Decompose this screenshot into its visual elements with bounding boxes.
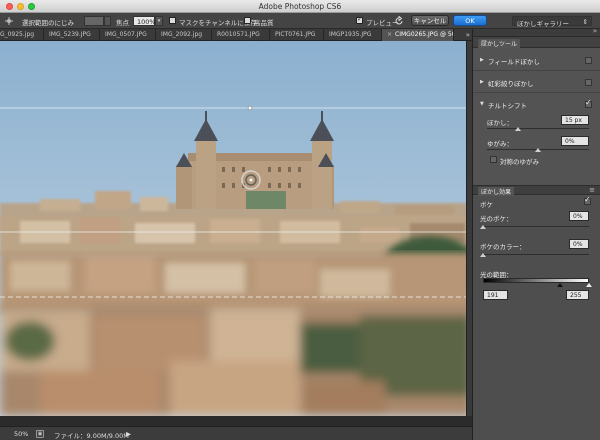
ok-button[interactable]: OK: [453, 15, 487, 26]
iris-blur-label: 虹彩絞りぼかし: [488, 80, 534, 88]
light-range-max-input[interactable]: 255: [566, 290, 589, 300]
blur-range-label: 選択範囲のにじみ: [22, 19, 74, 27]
blur-effects-body: [473, 196, 600, 440]
symmetric-distortion-checkbox[interactable]: [490, 156, 497, 163]
document-tabs: ×CIMG0265.JPG @ 50% (RGB/8) IMGP1935.JPG P…: [0, 29, 472, 41]
reset-icon[interactable]: [394, 16, 404, 26]
focus-label: 焦点: [116, 19, 129, 27]
title-bar: Adobe Photoshop CS6: [0, 0, 600, 13]
bokeh-color-label: ボケのカラー：: [480, 243, 526, 251]
photo-toledo-alcazar: [0, 41, 472, 416]
blur-amount-input[interactable]: 15 px: [561, 115, 589, 125]
close-tab-icon[interactable]: ×: [387, 31, 392, 38]
distortion-slider-thumb[interactable]: [535, 148, 541, 152]
expand-triangle-icon[interactable]: ▶: [480, 57, 484, 63]
collapse-triangle-icon[interactable]: ▼: [480, 101, 484, 107]
iris-blur-row[interactable]: ▶ 虹彩絞りぼかし: [473, 71, 600, 93]
light-bokeh-slider-thumb[interactable]: [480, 225, 486, 229]
panel-collapse-bar[interactable]: »: [473, 27, 600, 37]
light-bokeh-label: 光のボケ：: [480, 215, 513, 223]
document-tab[interactable]: R0010571.JPG: [212, 29, 270, 41]
status-menu-arrow[interactable]: ▶: [126, 430, 131, 438]
document-tab[interactable]: PICT0761.JPG: [270, 29, 324, 41]
zoom-level[interactable]: 50%: [14, 430, 28, 438]
document-tab-label: IMG_0507.JPG: [105, 31, 147, 38]
light-range-min-thumb[interactable]: [557, 283, 563, 287]
canvas-area[interactable]: [0, 41, 472, 416]
document-tab[interactable]: IMG_0925.jpg: [0, 29, 44, 41]
document-tab-label: R0010571.JPG: [217, 31, 260, 38]
bokeh-color-input[interactable]: 0%: [569, 239, 589, 249]
blur-slider-track[interactable]: [487, 128, 589, 129]
blur-effects-tab-label: ぼかし効果: [478, 187, 515, 196]
iris-blur-checkbox[interactable]: [585, 79, 592, 86]
options-bar: 選択範囲のにじみ 焦点 100% ▾ マスクをチャンネルに保存 高品質 プレビュ…: [0, 13, 600, 29]
panel-menu-icon[interactable]: ≡: [586, 186, 598, 194]
blur-gallery-panel: » ぼかしツール ≡ ▶ フィールドぼかし ▶ 虹彩絞りぼかし ▼ チルトシフト…: [472, 27, 600, 440]
tab-overflow-button[interactable]: »: [466, 29, 470, 41]
blur-slider-thumb[interactable]: [514, 127, 521, 131]
field-blur-label: フィールドぼかし: [488, 58, 540, 66]
light-range-gradient: [483, 278, 589, 283]
blur-effects-tab[interactable]: ぼかし効果 ≡: [473, 185, 600, 196]
save-mask-checkbox[interactable]: [169, 17, 176, 24]
panel-menu-icon[interactable]: ≡: [478, 38, 597, 46]
document-tab[interactable]: IMGP1935.JPG: [324, 29, 382, 41]
light-range-max-thumb[interactable]: [586, 283, 592, 287]
document-tab-label: CIMG0265.JPG @ 50% (RGB/8): [395, 31, 453, 38]
field-blur-checkbox[interactable]: [585, 57, 592, 64]
tilt-shift-rotation-handle: [247, 105, 253, 111]
tilt-shift-row[interactable]: ▼ チルトシフト: [473, 93, 600, 115]
document-tab[interactable]: ×CIMG0265.JPG @ 50% (RGB/8): [382, 29, 454, 41]
window-title: Adobe Photoshop CS6: [258, 2, 342, 11]
focus-dropdown[interactable]: ▾: [155, 16, 163, 26]
light-bokeh-slider-track[interactable]: [483, 226, 589, 227]
document-tab-label: IMG_2092.jpg: [161, 31, 203, 38]
high-quality-label: 高品質: [254, 19, 274, 27]
bokeh-checkbox[interactable]: [584, 195, 591, 205]
blur-range-field[interactable]: [84, 16, 104, 26]
file-size-info: ファイル：9.00M/9.00M: [54, 432, 129, 440]
focus-input[interactable]: 100%: [133, 16, 156, 26]
distortion-label: ゆがみ：: [487, 140, 513, 148]
status-bar: 50% ▣ ファイル：9.00M/9.00M ▶: [0, 426, 472, 440]
workspace-select-value: ぼかしギャラリー: [517, 20, 569, 28]
document-tab-label: IMG_5239.JPG: [49, 31, 91, 38]
workspace-select[interactable]: ぼかしギャラリー ⇕: [512, 16, 592, 28]
document-tab-label: IMG_0925.jpg: [0, 31, 35, 38]
bokeh-color-slider-track[interactable]: [483, 254, 589, 255]
blur-range-dropdown[interactable]: [104, 16, 111, 26]
document-info-icon[interactable]: ▣: [36, 430, 44, 438]
bokeh-color-slider-thumb[interactable]: [480, 253, 486, 257]
preview-checkbox[interactable]: [356, 15, 363, 24]
collapse-panel-icon[interactable]: »: [593, 27, 597, 35]
chevron-down-icon: ⇕: [582, 18, 588, 26]
symmetric-distortion-label: 対称のゆがみ: [500, 158, 539, 166]
document-tab[interactable]: IMG_0507.JPG: [100, 29, 156, 41]
tilt-shift-checkbox[interactable]: [585, 98, 592, 108]
blur-amount-label: ぼかし：: [487, 119, 513, 127]
high-quality-checkbox[interactable]: [244, 17, 251, 24]
blur-tool-icon[interactable]: [4, 16, 14, 26]
light-range-min-input[interactable]: 191: [483, 290, 508, 300]
expand-triangle-icon[interactable]: ▶: [480, 79, 484, 85]
bokeh-label: ボケ: [480, 201, 493, 209]
document-tab[interactable]: IMG_5239.JPG: [44, 29, 100, 41]
document-tab-label: PICT0761.JPG: [275, 31, 316, 38]
tilt-shift-label: チルトシフト: [488, 102, 527, 110]
cancel-button[interactable]: キャンセル: [411, 15, 449, 26]
light-bokeh-input[interactable]: 0%: [569, 211, 589, 221]
document-tab-label: IMGP1935.JPG: [329, 31, 372, 38]
document-tab[interactable]: IMG_2092.jpg: [156, 29, 212, 41]
blur-tools-tab[interactable]: ぼかしツール ≡: [473, 37, 600, 48]
field-blur-row[interactable]: ▶ フィールドぼかし: [473, 49, 600, 71]
distortion-input[interactable]: 0%: [561, 136, 589, 146]
